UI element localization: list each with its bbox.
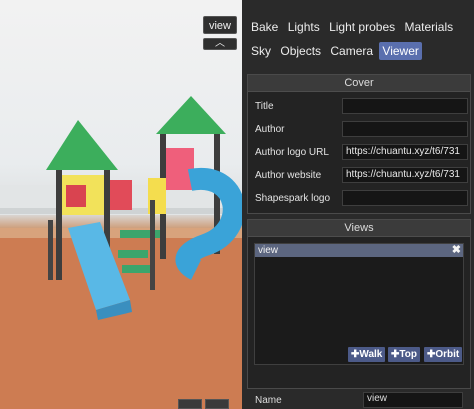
toolbar-handle-right[interactable] bbox=[205, 399, 229, 409]
author-row: Author bbox=[248, 121, 472, 139]
tab-bake[interactable]: Bake bbox=[248, 18, 281, 36]
add-top-view-button[interactable]: ✚Top bbox=[388, 347, 420, 362]
tab-viewer[interactable]: Viewer bbox=[379, 42, 422, 60]
views-section: Views view ✖ ✚Walk ✚Top ✚Orbit bbox=[247, 219, 471, 389]
cover-title-label: Title bbox=[255, 101, 274, 112]
add-orbit-view-button[interactable]: ✚Orbit bbox=[424, 347, 463, 362]
cover-section: Cover Title Author Author logo URL https… bbox=[247, 74, 471, 214]
list-item[interactable]: view ✖ bbox=[255, 244, 463, 257]
view-item-label: view bbox=[258, 245, 279, 256]
cover-title-row: Title bbox=[248, 98, 472, 116]
toolbar-handle-left[interactable] bbox=[178, 399, 202, 409]
tab-materials[interactable]: Materials bbox=[401, 18, 456, 36]
add-walk-view-button[interactable]: ✚Walk bbox=[348, 347, 386, 362]
tab-light-probes[interactable]: Light probes bbox=[326, 18, 398, 36]
author-logo-url-input[interactable]: https://chuantu.xyz/t6/731 bbox=[342, 144, 468, 160]
shapespark-logo-label: Shapespark logo bbox=[255, 193, 331, 204]
author-logo-url-label: Author logo URL bbox=[255, 147, 329, 158]
views-section-title: Views bbox=[248, 220, 470, 237]
close-icon[interactable]: ✖ bbox=[452, 244, 461, 257]
collapse-panel-button[interactable]: ︿ bbox=[203, 38, 237, 50]
author-logo-url-row: Author logo URL https://chuantu.xyz/t6/7… bbox=[248, 144, 472, 162]
shapespark-logo-row: Shapespark logo bbox=[248, 190, 472, 208]
tab-camera[interactable]: Camera bbox=[327, 42, 376, 60]
author-website-input[interactable]: https://chuantu.xyz/t6/731 bbox=[342, 167, 468, 183]
tab-sky[interactable]: Sky bbox=[248, 42, 274, 60]
author-website-label: Author website bbox=[255, 170, 322, 181]
tab-objects[interactable]: Objects bbox=[277, 42, 324, 60]
view-name-label: Name bbox=[255, 395, 282, 406]
shapespark-logo-input[interactable] bbox=[342, 190, 468, 206]
cover-section-title: Cover bbox=[248, 75, 470, 92]
3d-viewport[interactable]: view ︿ bbox=[0, 0, 242, 409]
cover-title-input[interactable] bbox=[342, 98, 468, 114]
tab-lights[interactable]: Lights bbox=[285, 18, 323, 36]
playground-scene bbox=[0, 96, 242, 409]
author-input[interactable] bbox=[342, 121, 468, 137]
author-website-row: Author website https://chuantu.xyz/t6/73… bbox=[248, 167, 472, 185]
view-name-input[interactable]: view bbox=[363, 392, 463, 408]
author-label: Author bbox=[255, 124, 285, 135]
editor-panel: Bake Lights Light probes Materials Sky O… bbox=[242, 0, 474, 409]
tab-bar: Bake Lights Light probes Materials Sky O… bbox=[248, 18, 474, 66]
view-mode-button[interactable]: view bbox=[203, 16, 237, 34]
